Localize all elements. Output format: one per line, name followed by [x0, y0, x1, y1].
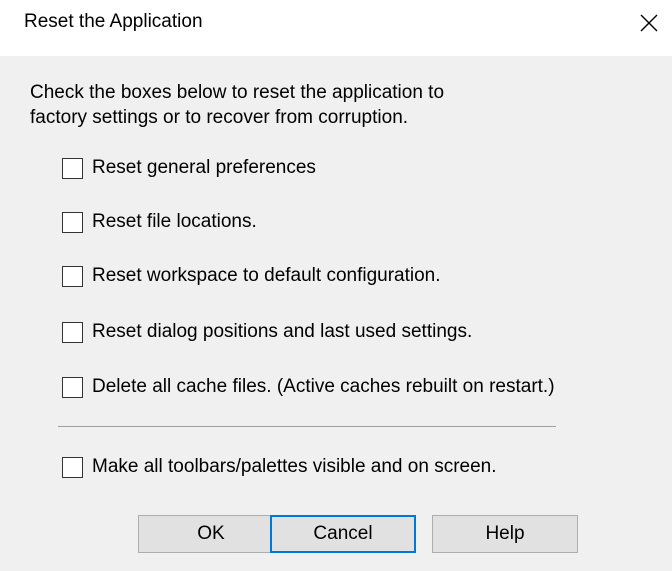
instruction-text: Check the boxes below to reset the appli…: [30, 82, 445, 128]
option-label: Make all toolbars/palettes visible and o…: [92, 456, 497, 477]
close-icon: [640, 14, 658, 32]
title-bar: Reset the Application: [0, 0, 672, 56]
reset-general-preferences-checkbox[interactable]: [62, 157, 83, 179]
reset-application-dialog: Reset the Application Check the boxes be…: [0, 0, 672, 571]
option-reset-general-preferences[interactable]: Reset general preferences: [62, 156, 316, 180]
reset-file-locations-checkbox[interactable]: [62, 211, 83, 233]
option-make-toolbars-visible[interactable]: Make all toolbars/palettes visible and o…: [62, 455, 497, 479]
option-label: Reset workspace to default configuration…: [92, 265, 441, 286]
dialog-title: Reset the Application: [24, 11, 203, 32]
make-toolbars-visible-checkbox[interactable]: [62, 456, 83, 478]
reset-workspace-checkbox[interactable]: [62, 265, 83, 287]
option-reset-file-locations[interactable]: Reset file locations.: [62, 210, 257, 234]
option-label: Delete all cache files. (Active caches r…: [92, 376, 555, 397]
option-label: Reset general preferences: [92, 157, 316, 178]
reset-dialog-positions-checkbox[interactable]: [62, 321, 83, 343]
option-reset-dialog-positions[interactable]: Reset dialog positions and last used set…: [62, 320, 472, 344]
option-reset-workspace[interactable]: Reset workspace to default configuration…: [62, 264, 441, 288]
delete-cache-files-checkbox[interactable]: [62, 376, 83, 398]
ok-button[interactable]: OK: [138, 515, 284, 553]
close-button[interactable]: [632, 4, 664, 40]
help-button[interactable]: Help: [432, 515, 578, 553]
separator-line: [58, 426, 556, 427]
cancel-button[interactable]: Cancel: [270, 515, 416, 553]
option-delete-cache-files[interactable]: Delete all cache files. (Active caches r…: [62, 375, 555, 399]
option-label: Reset dialog positions and last used set…: [92, 321, 473, 342]
option-label: Reset file locations.: [92, 211, 257, 232]
